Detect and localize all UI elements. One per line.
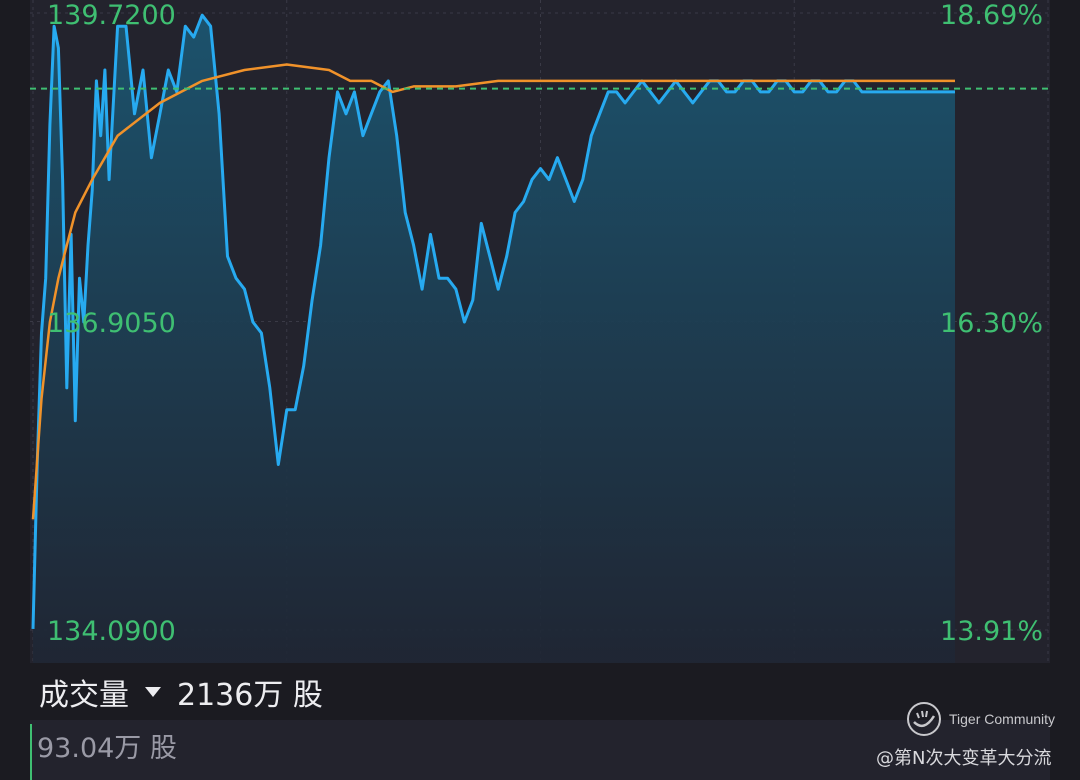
y-axis-left-max: 139.7200 <box>47 0 176 31</box>
y-axis-left-mid: 136.9050 <box>47 308 176 339</box>
series-0-area-fill <box>33 15 955 663</box>
y-axis-right-min: 13.91% <box>940 616 1043 647</box>
y-axis-right-max: 18.69% <box>940 0 1043 31</box>
volume-dropdown-caret-icon[interactable] <box>145 687 161 697</box>
y-axis-right-mid: 16.30% <box>940 308 1043 339</box>
volume-total: 2136万 股 <box>177 678 323 713</box>
watermark-brand: Tiger Community <box>949 711 1056 727</box>
volume-bar <box>30 724 32 780</box>
y-axis-left-min: 134.0900 <box>47 616 176 647</box>
intraday-chart-panel[interactable] <box>30 0 1050 663</box>
tiger-logo-icon <box>907 702 941 736</box>
intraday-price-chart[interactable] <box>30 0 1050 663</box>
volume-axis-max: 93.04万 股 <box>37 733 177 764</box>
watermark-author: @第N次大变革大分流 <box>876 748 1052 769</box>
volume-label: 成交量 <box>39 678 129 713</box>
